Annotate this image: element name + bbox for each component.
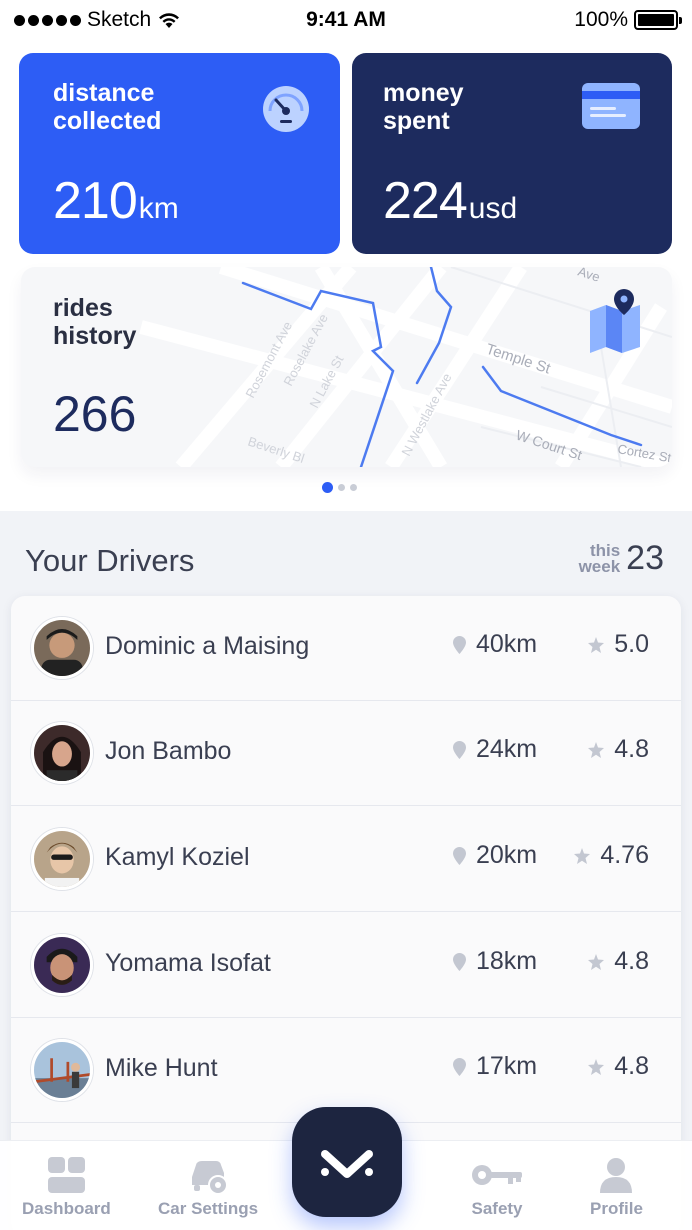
location-pin-icon xyxy=(453,1057,466,1076)
drivers-title: Your Drivers xyxy=(25,543,195,578)
car-settings-icon xyxy=(192,1161,229,1195)
driver-rating: 4.8 xyxy=(588,947,649,976)
tab-safety[interactable]: Safety xyxy=(470,1155,524,1219)
driver-rating-value: 5.0 xyxy=(614,630,649,658)
location-pin-icon xyxy=(453,635,466,654)
carrier-signal: Sketch xyxy=(14,8,181,32)
driver-distance: 18km xyxy=(453,947,537,976)
money-number: 224 xyxy=(383,172,468,230)
tab-dashboard[interactable]: Dashboard xyxy=(22,1155,111,1219)
map-label-ave: Ave xyxy=(576,267,602,285)
distance-unit: km xyxy=(138,192,179,225)
driver-row[interactable]: Kamyl Koziel 20km 4.76 xyxy=(11,807,681,912)
rides-number: 266 xyxy=(53,386,137,442)
wifi-icon xyxy=(159,13,180,28)
week-label: this week xyxy=(578,540,621,576)
avatar xyxy=(31,934,93,996)
driver-distance-value: 24km xyxy=(476,735,538,763)
map-pin-icon xyxy=(590,289,640,353)
location-pin-icon xyxy=(453,952,466,971)
signal-strength-icon xyxy=(14,14,81,26)
driver-row[interactable]: Dominic a Maising 40km 5.0 xyxy=(11,596,681,701)
tab-label: Car Settings xyxy=(158,1199,259,1218)
weekly-drivers-count: this week 23 xyxy=(579,539,664,578)
driver-distance-value: 20km xyxy=(476,841,538,869)
star-icon xyxy=(588,741,605,758)
expand-button[interactable] xyxy=(292,1107,402,1217)
driver-distance-value: 40km xyxy=(476,630,538,658)
driver-name: Kamyl Koziel xyxy=(105,843,250,871)
pager-dot-active[interactable] xyxy=(322,482,333,493)
driver-distance-value: 18km xyxy=(476,947,538,975)
speedometer-icon xyxy=(263,86,309,132)
driver-rating: 5.0 xyxy=(588,630,649,659)
tab-label: Profile xyxy=(590,1199,643,1218)
driver-rating: 4.8 xyxy=(588,1052,649,1081)
tab-label: Safety xyxy=(471,1199,523,1218)
driver-rating: 4.8 xyxy=(588,735,649,764)
avatar xyxy=(31,617,93,679)
driver-distance-value: 17km xyxy=(476,1052,538,1080)
avatar xyxy=(31,828,93,890)
tab-label: Dashboard xyxy=(22,1199,111,1218)
driver-rating-value: 4.8 xyxy=(614,947,649,975)
tab-car-settings[interactable]: Car Settings xyxy=(158,1155,258,1219)
money-value: 224 usd xyxy=(383,171,517,231)
week-count: 23 xyxy=(626,539,664,577)
map-label-temple: Temple St xyxy=(484,341,553,378)
rides-card-title: rides history xyxy=(53,294,137,350)
avatar xyxy=(31,1039,93,1101)
rides-history-card[interactable]: Rosemont Ave Roselake Ave N Lake St N We… xyxy=(21,267,672,467)
driver-name: Dominic a Maising xyxy=(105,632,310,660)
battery-percent: 100% xyxy=(574,8,628,31)
driver-rating-value: 4.76 xyxy=(600,841,649,869)
pager-dot[interactable] xyxy=(338,484,345,491)
key-icon xyxy=(472,1165,522,1185)
driver-row[interactable]: Jon Bambo 24km 4.8 xyxy=(11,701,681,806)
driver-rating-value: 4.8 xyxy=(614,735,649,763)
driver-distance: 20km xyxy=(453,841,537,870)
driver-distance: 24km xyxy=(453,735,537,764)
driver-rating-value: 4.8 xyxy=(614,1052,649,1080)
driver-distance: 40km xyxy=(453,630,537,659)
star-icon xyxy=(588,636,605,653)
star-icon xyxy=(588,1058,605,1075)
chevron-down-icon xyxy=(321,1150,373,1178)
money-spent-card[interactable]: money spent 224 usd xyxy=(352,53,672,254)
status-bar: Sketch 9:41 AM 100% xyxy=(0,0,692,40)
star-icon xyxy=(574,847,591,864)
driver-distance: 17km xyxy=(453,1052,537,1081)
star-icon xyxy=(588,953,605,970)
distance-number: 210 xyxy=(53,172,138,230)
driver-name: Yomama Isofat xyxy=(105,949,271,977)
driver-rating: 4.76 xyxy=(574,841,649,870)
carrier-name: Sketch xyxy=(87,8,152,31)
dashboard-icon xyxy=(48,1157,86,1193)
battery-status: 100% xyxy=(574,8,682,32)
driver-name: Jon Bambo xyxy=(105,737,232,765)
distance-collected-card[interactable]: distance collected 210 km xyxy=(19,53,340,254)
distance-value: 210 km xyxy=(53,171,179,231)
credit-card-icon xyxy=(582,83,640,129)
money-unit: usd xyxy=(468,192,518,225)
driver-name: Mike Hunt xyxy=(105,1054,218,1082)
location-pin-icon xyxy=(453,846,466,865)
tab-profile[interactable]: Profile xyxy=(590,1155,643,1219)
avatar xyxy=(31,722,93,784)
person-icon xyxy=(600,1158,633,1193)
pager-dot[interactable] xyxy=(350,484,357,491)
card-pager[interactable] xyxy=(322,482,357,493)
driver-row[interactable]: Yomama Isofat 18km 4.8 xyxy=(11,913,681,1018)
location-pin-icon xyxy=(453,740,466,759)
battery-icon xyxy=(634,10,682,30)
